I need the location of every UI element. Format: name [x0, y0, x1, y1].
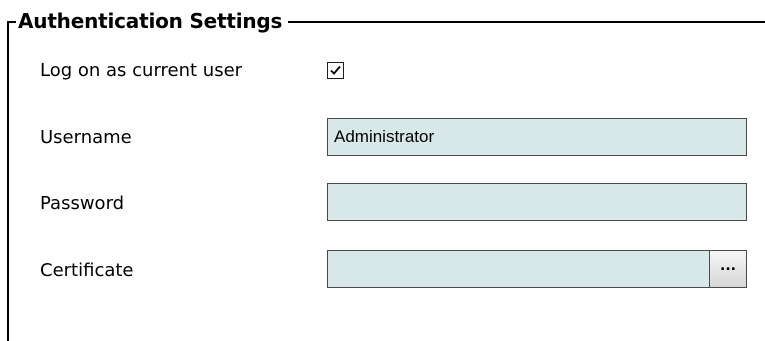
log-on-current-user-checkbox[interactable]: [327, 62, 344, 79]
certificate-field-group: ...: [327, 250, 747, 288]
certificate-field[interactable]: [328, 251, 708, 287]
username-label: Username: [40, 127, 132, 148]
checkmark-icon: [330, 65, 341, 75]
log-on-current-user-label: Log on as current user: [40, 60, 243, 81]
password-field[interactable]: [327, 183, 747, 221]
username-field[interactable]: [327, 118, 747, 156]
certificate-label: Certificate: [40, 260, 134, 281]
browse-certificate-button[interactable]: ...: [709, 251, 746, 287]
group-title: Authentication Settings: [16, 5, 289, 37]
password-label: Password: [40, 193, 125, 214]
